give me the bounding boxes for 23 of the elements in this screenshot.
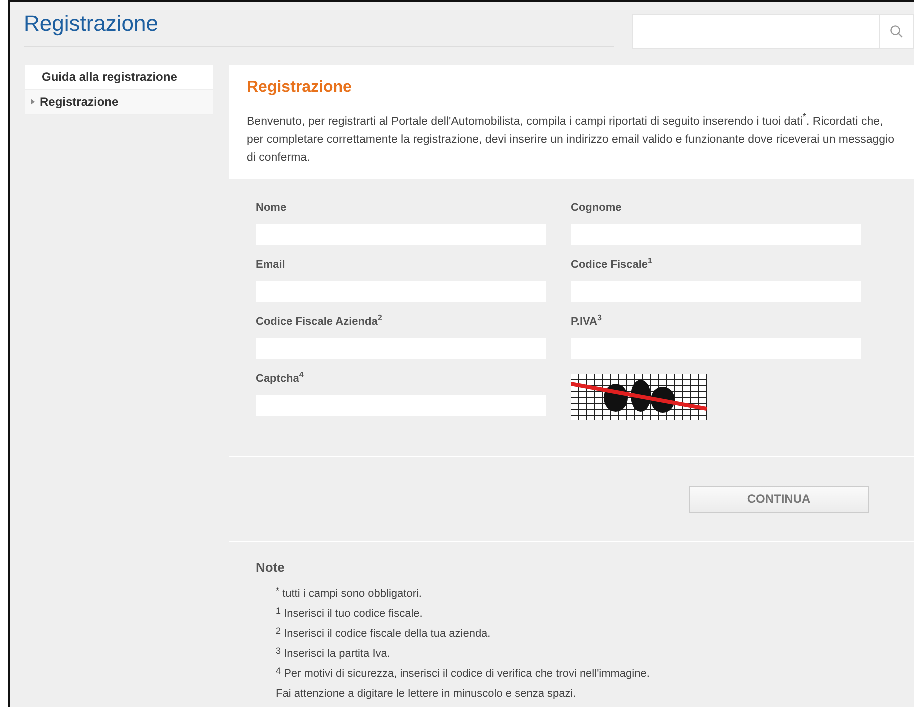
section-title: Registrazione xyxy=(247,79,353,97)
intro-text: Benvenuto, per registrarti al Portale dell'Automobilista, compila i campi riportati di seguito inserendo i tuoi dati$^{*}$. Ricordati che, per completare correttamente la registrazione, devi inserire un indirizzo email valido e funzionante dove riceverai un messaggio di conferma. xyxy=(247,111,896,166)
sidebar-item[interactable]: Guida alla registrazione xyxy=(25,65,213,90)
search-icon xyxy=(890,25,903,38)
note-text: $^{3}$ Inserisci la partita Iva. xyxy=(275,646,392,662)
field-label: Captcha$^{4}$ xyxy=(256,372,305,386)
search-field[interactable] xyxy=(632,14,914,49)
triangle-icon xyxy=(31,99,35,105)
notes-title: Note xyxy=(256,560,286,575)
note-text: Fai attenzione a digitare le lettere in minuscolo e senza spazi. xyxy=(275,686,578,702)
field-label: Nome xyxy=(256,200,288,215)
note-text: $^{*}$ tutti i campi sono obbligatori. xyxy=(275,586,423,602)
note-text: $^{2}$ Inserisci il codice fiscale della tua azienda. xyxy=(275,626,492,642)
field-label: Email xyxy=(256,258,286,272)
continue-button[interactable]: CONTINUA xyxy=(689,486,869,513)
note-text: $^{4}$ Per motivi di sicurezza, inserisci il codice di verifica che trovi nell'immagine. xyxy=(275,666,651,682)
sidebar-item[interactable]: Registrazione xyxy=(25,90,213,115)
note-text: $^{1}$ Inserisci il tuo codice fiscale. xyxy=(275,606,424,622)
field-label: Cognome xyxy=(571,200,623,215)
field-label: P.IVA$^{3}$ xyxy=(571,314,603,329)
field-label: Codice Fiscale Azienda$^{2}$ xyxy=(256,314,384,329)
page-title: Registrazione xyxy=(24,11,159,37)
field-label: Codice Fiscale$^{1}$ xyxy=(571,258,654,272)
